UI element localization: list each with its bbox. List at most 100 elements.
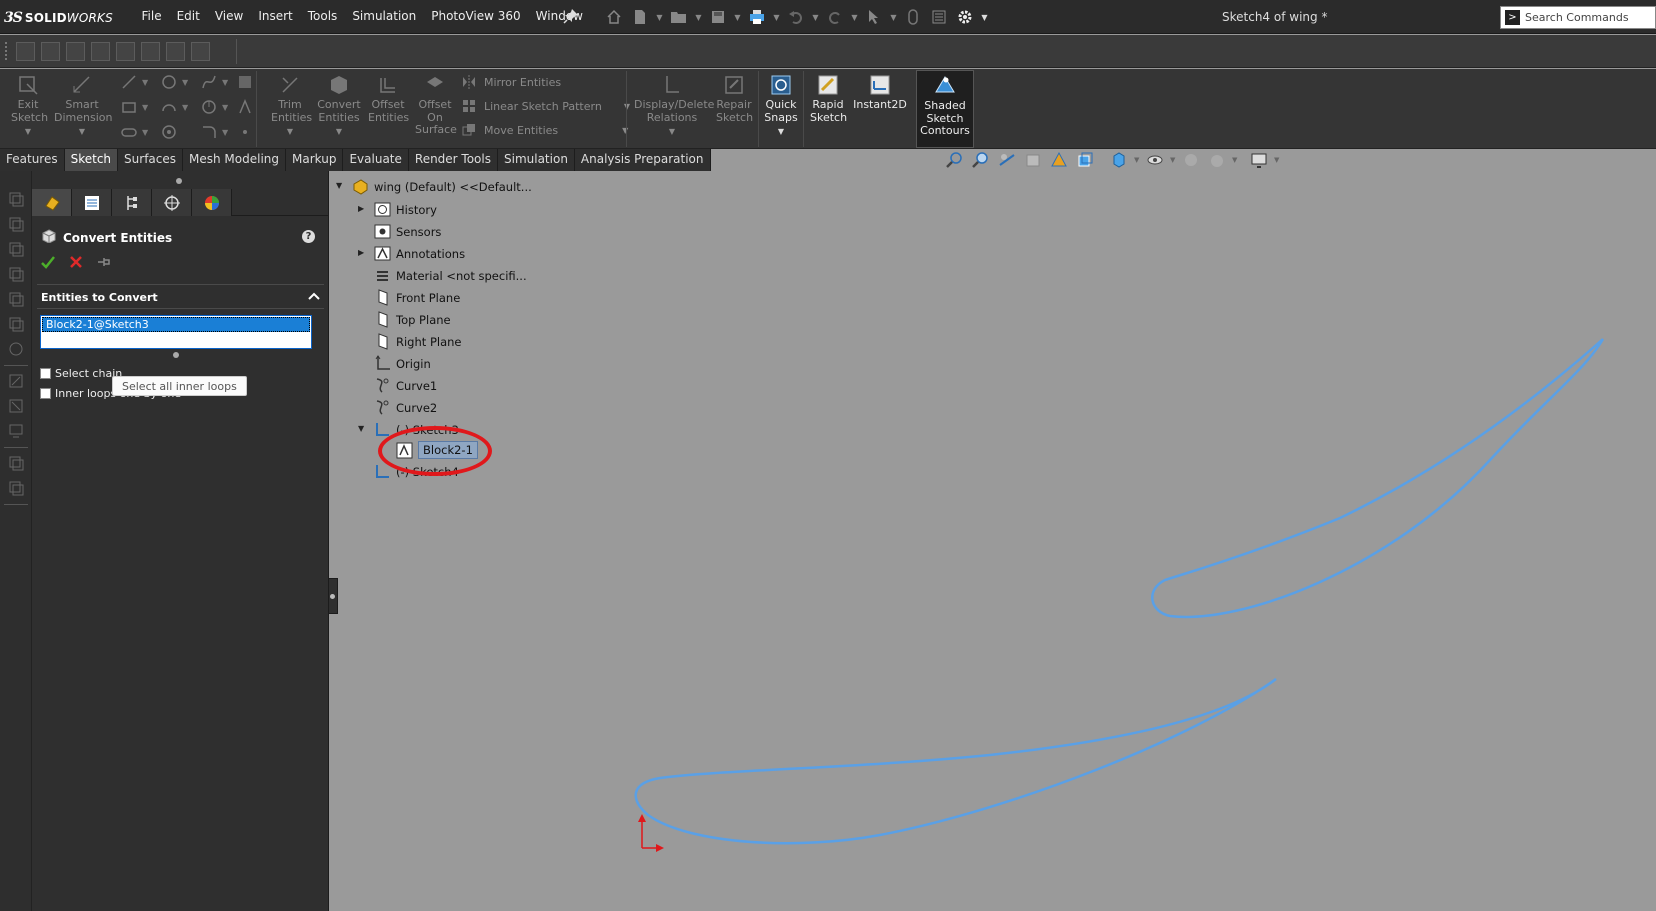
ellipse-icon[interactable] (160, 123, 178, 141)
section-view-icon[interactable] (1022, 150, 1044, 170)
chevron-down-icon[interactable]: ▼ (1134, 156, 1140, 164)
expand-caret-icon[interactable]: ▼ (336, 181, 344, 190)
tree-root[interactable]: ▼ wing (Default) <<Default... (336, 178, 532, 195)
chevron-down-icon[interactable]: ▼ (142, 78, 148, 87)
tab-markup[interactable]: Markup (286, 149, 344, 171)
sketch-tool-icon[interactable] (191, 42, 210, 61)
redo-icon[interactable] (825, 7, 845, 27)
shaded-sketch-contours-button[interactable]: Shaded Sketch Contours (916, 70, 974, 148)
display-manager-tab[interactable] (192, 189, 232, 216)
select-all-inner-loops-button[interactable]: Select all inner loops (112, 376, 247, 396)
panel-splitter-handle[interactable] (176, 178, 182, 184)
ok-checkmark-icon[interactable] (40, 254, 56, 270)
edit-appearance-icon[interactable] (1180, 150, 1202, 170)
circle-icon[interactable] (160, 73, 178, 91)
chevron-down-icon[interactable]: ▼ (182, 78, 188, 87)
sketch-command-icon[interactable] (6, 314, 26, 334)
checkbox[interactable] (40, 368, 51, 379)
sketch-tool-icon[interactable] (66, 42, 85, 61)
line-icon[interactable] (120, 73, 138, 91)
tree-item-material[interactable]: Material <not specifi... (374, 267, 527, 284)
tree-item-history[interactable]: ▶ History (358, 201, 437, 218)
checkbox[interactable] (40, 388, 51, 399)
list-resize-handle[interactable] (173, 352, 179, 358)
chevron-down-icon[interactable]: ▼ (981, 7, 988, 27)
sketch-tool-icon[interactable] (116, 42, 135, 61)
chevron-down-icon[interactable]: ▼ (182, 103, 188, 112)
menu-photoview[interactable]: PhotoView 360 (424, 9, 528, 23)
menu-tools[interactable]: Tools (300, 9, 345, 23)
hide-show-items-icon[interactable] (1144, 150, 1166, 170)
chevron-up-icon[interactable] (308, 291, 320, 304)
sketch-tool-icon[interactable] (166, 42, 185, 61)
selected-entity[interactable]: Block2-1@Sketch3 (41, 316, 311, 333)
menu-simulation[interactable]: Simulation (345, 9, 424, 23)
apply-scene-icon[interactable] (1206, 150, 1228, 170)
entities-selection-box[interactable]: Block2-1@Sketch3 (40, 315, 312, 358)
feature-manager-tab[interactable] (32, 189, 72, 216)
expand-caret-icon[interactable]: ▼ (358, 424, 366, 433)
sketch-curve-lower[interactable] (634, 677, 1277, 845)
tree-item-origin[interactable]: Origin (374, 355, 431, 372)
sketch-command-icon[interactable] (6, 421, 26, 441)
surface-icon[interactable] (236, 73, 254, 91)
expand-caret-icon[interactable]: ▶ (358, 204, 366, 213)
chevron-down-icon[interactable]: ▼ (1274, 156, 1280, 164)
chevron-down-icon[interactable]: ▼ (316, 126, 362, 139)
search-commands[interactable]: > (1500, 6, 1656, 29)
sketch-command-icon[interactable] (6, 478, 26, 498)
save-icon[interactable] (708, 7, 728, 27)
tab-evaluate[interactable]: Evaluate (343, 149, 409, 171)
tab-features[interactable]: Features (0, 149, 65, 171)
display-style-icon[interactable] (1108, 150, 1130, 170)
chevron-down-icon[interactable]: ▼ (634, 126, 710, 139)
linear-sketch-pattern-button[interactable]: Linear Sketch Pattern ▼ (460, 97, 630, 115)
text-icon[interactable] (236, 98, 254, 116)
tree-item-curve1[interactable]: Curve1 (374, 377, 437, 394)
sketch-tool-icon[interactable] (141, 42, 160, 61)
chevron-down-icon[interactable]: ▼ (54, 126, 110, 139)
menu-insert[interactable]: Insert (251, 9, 300, 23)
tab-analysis-preparation[interactable]: Analysis Preparation (575, 149, 711, 171)
arc-icon[interactable] (160, 98, 178, 116)
rebuild-icon[interactable] (903, 7, 923, 27)
exit-sketch-button[interactable]: Exit Sketch ▼ (6, 71, 50, 139)
zoom-to-fit-icon[interactable] (944, 150, 966, 170)
tree-item-sensors[interactable]: Sensors (374, 223, 441, 240)
sketch-tool-icon[interactable] (91, 42, 110, 61)
smart-dimension-button[interactable]: Smart Dimension ▼ (54, 71, 112, 139)
chevron-down-icon[interactable]: ▼ (142, 103, 148, 112)
tab-mesh-modeling[interactable]: Mesh Modeling (183, 149, 287, 171)
new-document-icon[interactable] (630, 7, 650, 27)
chevron-down-icon[interactable]: ▼ (1170, 156, 1176, 164)
view-settings-icon[interactable] (1248, 150, 1270, 170)
sketch-command-icon[interactable] (6, 453, 26, 473)
expand-caret-icon[interactable]: ▶ (358, 248, 366, 257)
sketch-command-icon[interactable] (6, 339, 26, 359)
select-chain-checkbox[interactable]: Select chain (40, 367, 122, 380)
move-entities-button[interactable]: Move Entities ▼ (460, 121, 628, 139)
tree-item-front-plane[interactable]: Front Plane (374, 289, 460, 306)
chevron-down-icon[interactable]: ▼ (890, 7, 897, 27)
chevron-down-icon[interactable]: ▼ (762, 126, 800, 139)
chevron-down-icon[interactable]: ▼ (734, 7, 741, 27)
configuration-manager-tab[interactable] (112, 189, 152, 216)
tree-item-annotations[interactable]: ▶ Annotations (358, 245, 465, 262)
solidworks-logo[interactable]: 3S SOLIDWORKS (4, 8, 113, 28)
help-icon[interactable]: ? (302, 230, 315, 243)
search-input[interactable] (1525, 11, 1655, 24)
chevron-down-icon[interactable]: ▼ (268, 126, 312, 139)
sketch-command-icon[interactable] (6, 396, 26, 416)
offset-entities-button[interactable]: Offset Entities (366, 71, 410, 124)
menu-file[interactable]: File (134, 9, 169, 23)
rapid-sketch-button[interactable]: Rapid Sketch (808, 71, 848, 124)
menu-edit[interactable]: Edit (169, 9, 207, 23)
quick-snaps-button[interactable]: Quick Snaps ▼ (762, 71, 800, 139)
sketch-command-icon[interactable] (6, 289, 26, 309)
dimxpert-manager-tab[interactable] (152, 189, 192, 216)
sketch-command-icon[interactable] (6, 264, 26, 284)
toolbar-grip[interactable] (5, 42, 8, 60)
chevron-down-icon[interactable]: ▼ (1232, 156, 1238, 164)
sketch-tool-icon[interactable] (41, 42, 60, 61)
chevron-down-icon[interactable]: ▼ (142, 128, 148, 137)
